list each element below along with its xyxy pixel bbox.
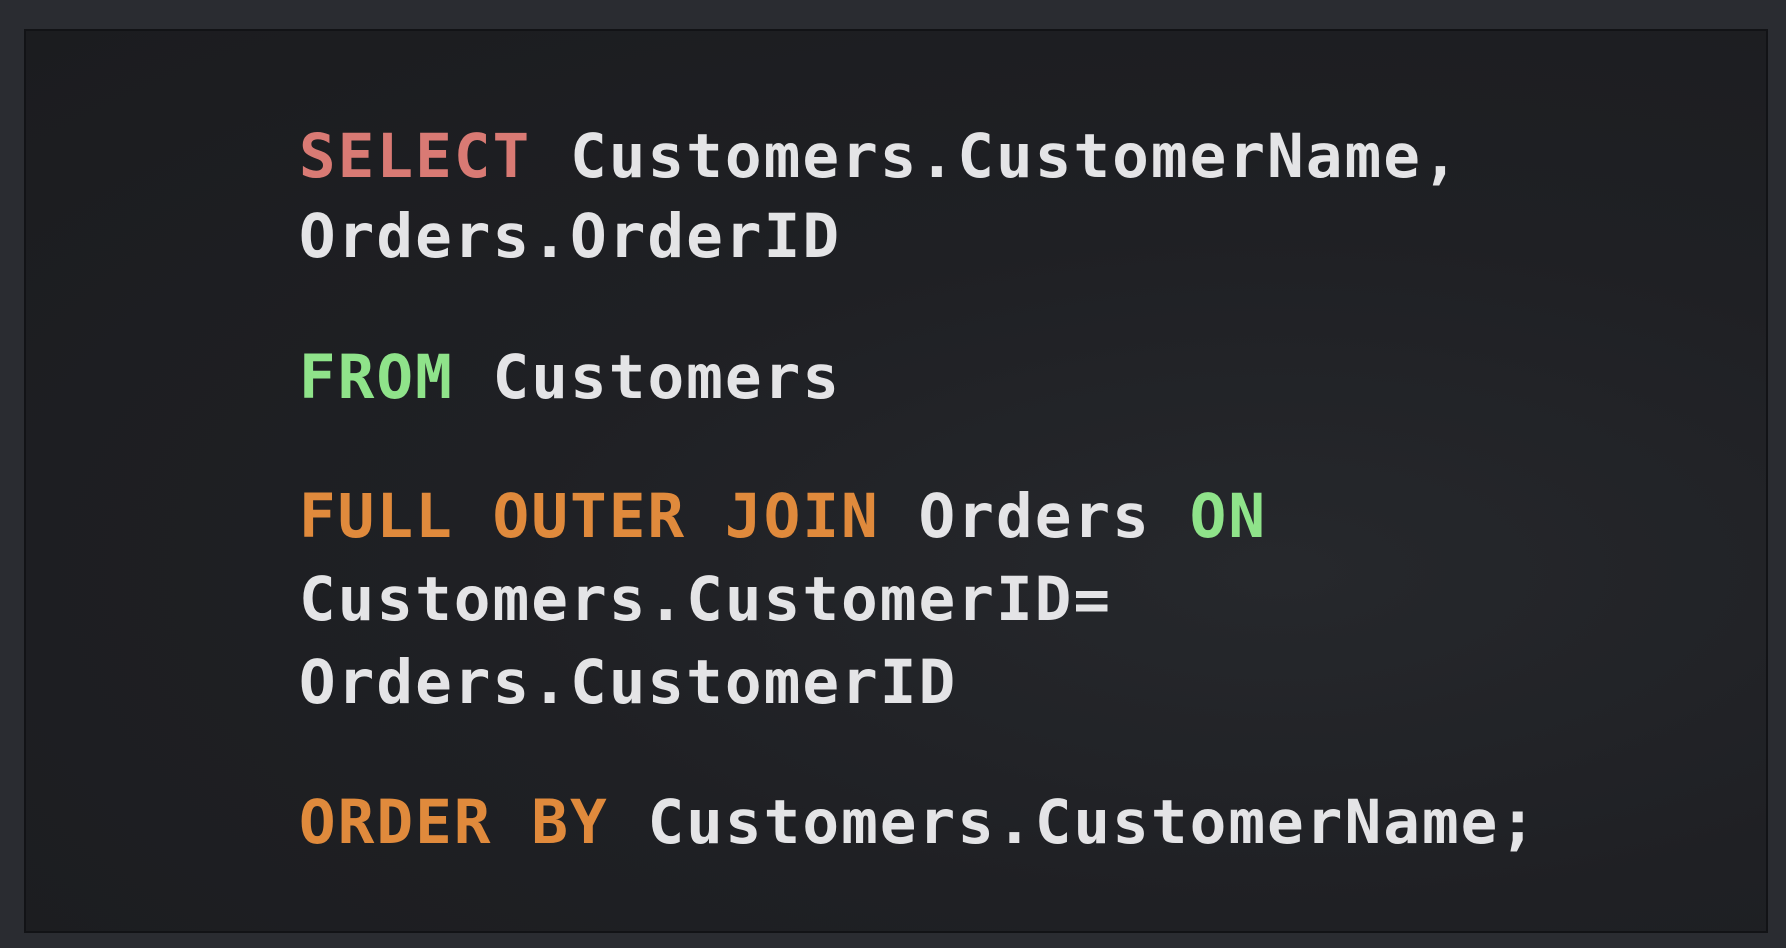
code-line-order-by: ORDER BY Customers.CustomerName; xyxy=(144,731,1538,914)
keyword-from: FROM xyxy=(298,342,454,413)
join-right-operand-text: Orders.CustomerID xyxy=(298,647,958,718)
order-id-column-text: Orders.OrderID xyxy=(298,201,842,272)
sql-code-panel: SELECT Customers.CustomerName, Orders.Or… xyxy=(24,29,1768,933)
keyword-on: ON xyxy=(1189,481,1268,552)
keyword-order-by: ORDER BY xyxy=(298,787,609,858)
order-by-column-text: Customers.CustomerName; xyxy=(608,787,1539,858)
from-table-text: Customers xyxy=(453,342,842,413)
